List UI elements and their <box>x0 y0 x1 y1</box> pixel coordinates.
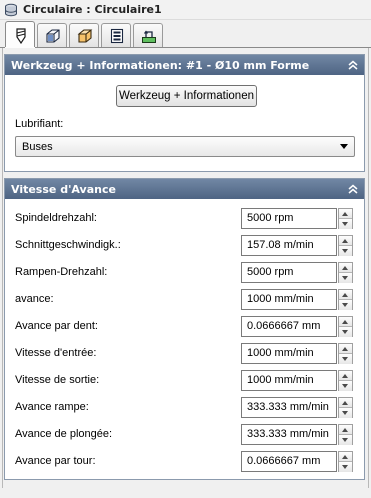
feed-row: Vitesse d'entrée: 1000 mm/min <box>5 343 364 365</box>
spin-buttons[interactable] <box>338 208 353 229</box>
spin-buttons[interactable] <box>338 289 353 310</box>
spin-up-icon[interactable] <box>339 398 352 408</box>
tab-geometry[interactable] <box>37 23 67 47</box>
tab-linking[interactable] <box>133 23 163 47</box>
spin-buttons[interactable] <box>338 235 353 256</box>
feed-row-input[interactable]: 1000 mm/min <box>241 289 337 310</box>
tool-panel-title: Werkzeug + Informationen: #1 - Ø10 mm Fo… <box>11 59 310 72</box>
feed-row-label: avance: <box>15 293 54 305</box>
tool-panel-header[interactable]: Werkzeug + Informationen: #1 - Ø10 mm Fo… <box>5 55 364 75</box>
feed-row: Avance rampe: 333.333 mm/min <box>5 397 364 419</box>
tab-heights[interactable] <box>69 23 99 47</box>
spin-buttons[interactable] <box>338 424 353 445</box>
lubricant-select[interactable]: Buses <box>15 136 355 157</box>
spin-buttons[interactable] <box>338 343 353 364</box>
spin-up-icon[interactable] <box>339 344 352 354</box>
operation-stack-icon <box>5 3 17 17</box>
feed-row-input[interactable]: 333.333 mm/min <box>241 424 337 445</box>
spin-up-icon[interactable] <box>339 317 352 327</box>
feed-row-input[interactable]: 1000 mm/min <box>241 370 337 391</box>
geometry-cube-icon <box>46 29 60 43</box>
spin-up-icon[interactable] <box>339 209 352 219</box>
feed-row-input[interactable]: 0.0666667 mm <box>241 451 337 472</box>
spin-buttons[interactable] <box>338 370 353 391</box>
title-bar: Circulaire : Circulaire1 <box>0 0 371 20</box>
feed-row-label: Vitesse de sortie: <box>15 374 100 386</box>
feed-row-input[interactable]: 1000 mm/min <box>241 343 337 364</box>
spin-up-icon[interactable] <box>339 290 352 300</box>
feed-row-input[interactable]: 5000 rpm <box>241 208 337 229</box>
collapse-icon[interactable] <box>347 59 359 71</box>
spin-down-icon[interactable] <box>339 273 352 283</box>
spin-buttons[interactable] <box>338 262 353 283</box>
feed-row-input[interactable]: 157.08 m/min <box>241 235 337 256</box>
feed-row-input[interactable]: 333.333 mm/min <box>241 397 337 418</box>
feed-row: Vitesse de sortie: 1000 mm/min <box>5 370 364 392</box>
spin-buttons[interactable] <box>338 316 353 337</box>
lubricant-value: Buses <box>22 141 53 153</box>
feed-row: Schnittgeschwindigk.: 157.08 m/min <box>5 235 364 257</box>
feed-row-input[interactable]: 5000 rpm <box>241 262 337 283</box>
spin-buttons[interactable] <box>338 451 353 472</box>
feed-row-label: Avance par tour: <box>15 455 96 467</box>
spin-down-icon[interactable] <box>339 246 352 256</box>
feed-row: Avance de plongée: 333.333 mm/min <box>5 424 364 446</box>
feed-row: avance: 1000 mm/min <box>5 289 364 311</box>
feed-row-label: Vitesse d'entrée: <box>15 347 97 359</box>
spin-up-icon[interactable] <box>339 263 352 273</box>
spin-buttons[interactable] <box>338 397 353 418</box>
feed-panel-header[interactable]: Vitesse d'Avance <box>5 179 364 199</box>
spin-down-icon[interactable] <box>339 381 352 391</box>
passes-icon <box>110 28 124 44</box>
chevron-down-icon <box>340 144 348 149</box>
spin-down-icon[interactable] <box>339 408 352 418</box>
spin-down-icon[interactable] <box>339 300 352 310</box>
feed-row-label: Avance rampe: <box>15 401 89 413</box>
feed-row-label: Spindeldrehzahl: <box>15 212 97 224</box>
feed-panel: Vitesse d'Avance Spindeldrehzahl: 5000 rp… <box>4 178 365 480</box>
linking-icon <box>142 30 156 43</box>
collapse-icon[interactable] <box>347 183 359 195</box>
spin-up-icon[interactable] <box>339 425 352 435</box>
feed-row-label: Schnittgeschwindigk.: <box>15 239 121 251</box>
spin-up-icon[interactable] <box>339 236 352 246</box>
feed-row-input[interactable]: 0.0666667 mm <box>241 316 337 337</box>
tab-passes[interactable] <box>101 23 131 47</box>
heights-box-icon <box>77 29 93 43</box>
lubricant-label: Lubrifiant: <box>15 118 64 130</box>
tool-bit-icon <box>16 28 26 44</box>
spin-up-icon[interactable] <box>339 371 352 381</box>
feed-row-label: Rampen-Drehzahl: <box>15 266 108 278</box>
feed-row-label: Avance de plongée: <box>15 428 113 440</box>
feed-panel-title: Vitesse d'Avance <box>11 183 116 196</box>
feed-row: Avance par dent: 0.0666667 mm <box>5 316 364 338</box>
spin-down-icon[interactable] <box>339 354 352 364</box>
window-title: Circulaire : Circulaire1 <box>23 3 162 16</box>
spin-down-icon[interactable] <box>339 462 352 472</box>
spin-up-icon[interactable] <box>339 452 352 462</box>
tool-info-button[interactable]: Werkzeug + Informationen <box>116 85 257 107</box>
spin-down-icon[interactable] <box>339 219 352 229</box>
spin-down-icon[interactable] <box>339 327 352 337</box>
tab-strip <box>0 21 371 48</box>
tool-panel: Werkzeug + Informationen: #1 - Ø10 mm Fo… <box>4 54 365 172</box>
tab-tool[interactable] <box>5 21 35 48</box>
feed-row: Avance par tour: 0.0666667 mm <box>5 451 364 473</box>
feed-row-label: Avance par dent: <box>15 320 98 332</box>
spin-down-icon[interactable] <box>339 435 352 445</box>
feed-row: Rampen-Drehzahl: 5000 rpm <box>5 262 364 284</box>
feed-row: Spindeldrehzahl: 5000 rpm <box>5 208 364 230</box>
